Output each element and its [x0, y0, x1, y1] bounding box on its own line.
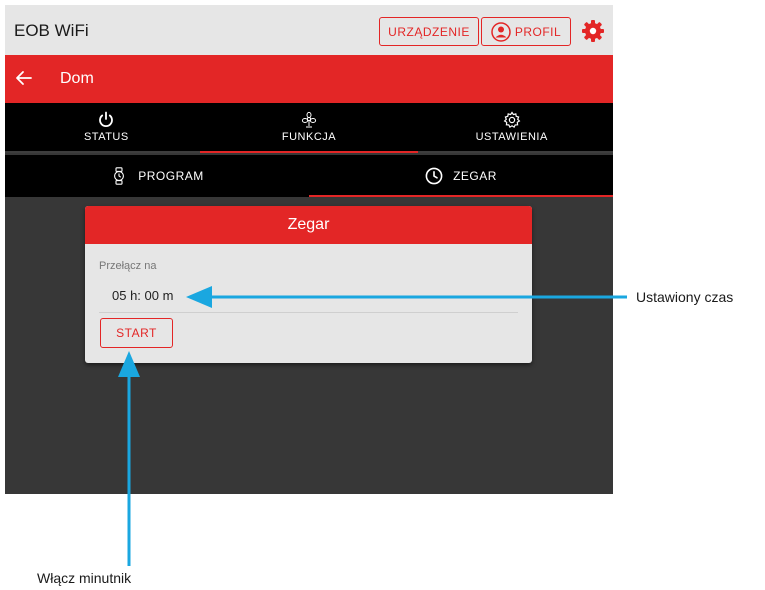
time-value[interactable]: 05 h: 00 m — [112, 288, 173, 303]
profile-button[interactable]: PROFIL — [481, 17, 571, 46]
divider — [99, 312, 518, 313]
device-button[interactable]: URZĄDZENIE — [379, 17, 479, 46]
sub-tabs: PROGRAM ZEGAR — [5, 155, 613, 197]
tab-program-label: PROGRAM — [138, 169, 204, 183]
device-button-label: URZĄDZENIE — [388, 24, 470, 39]
start-button-label: START — [116, 326, 157, 340]
power-icon — [97, 111, 115, 129]
arrow-left-icon[interactable] — [13, 67, 35, 89]
tab-funkcja-label: FUNKCJA — [281, 131, 337, 143]
tab-zegar[interactable]: ZEGAR — [309, 155, 613, 197]
tab-zegar-label: ZEGAR — [453, 169, 497, 183]
tab-status[interactable]: STATUS — [5, 103, 208, 151]
tab-program[interactable]: PROGRAM — [5, 155, 309, 197]
watch-icon — [110, 167, 128, 185]
app-title: EOB WiFi — [14, 21, 89, 40]
time-callout-label: Ustawiony czas — [636, 289, 734, 305]
tab-funkcja[interactable]: FUNKCJA — [199, 103, 419, 153]
tab-ustawienia[interactable]: USTAWIENIA — [410, 103, 613, 151]
person-icon — [491, 21, 511, 42]
card-title: Zegar — [85, 206, 532, 244]
app-window: EOB WiFi URZĄDZENIE PROFIL Dom STATUS FU… — [5, 5, 613, 494]
gear-outline-icon — [503, 111, 521, 129]
gear-icon[interactable] — [581, 19, 605, 43]
switch-to-label: Przełącz na — [99, 260, 157, 272]
tab-ustawienia-label: USTAWIENIA — [475, 131, 548, 143]
start-callout-label: Włącz minutnik — [37, 570, 132, 586]
main-tabs: STATUS FUNKCJA USTAWIENIA — [5, 103, 613, 153]
navigation-bar: Dom — [5, 55, 613, 103]
start-button[interactable]: START — [100, 318, 173, 348]
profile-button-label: PROFIL — [514, 24, 562, 39]
clock-icon — [425, 167, 443, 185]
timer-card: Zegar Przełącz na 05 h: 00 m START — [85, 206, 532, 363]
top-bar: EOB WiFi URZĄDZENIE PROFIL — [5, 5, 613, 55]
tab-status-label: STATUS — [83, 131, 129, 143]
page-title: Dom — [60, 70, 94, 87]
fan-icon — [300, 111, 318, 129]
